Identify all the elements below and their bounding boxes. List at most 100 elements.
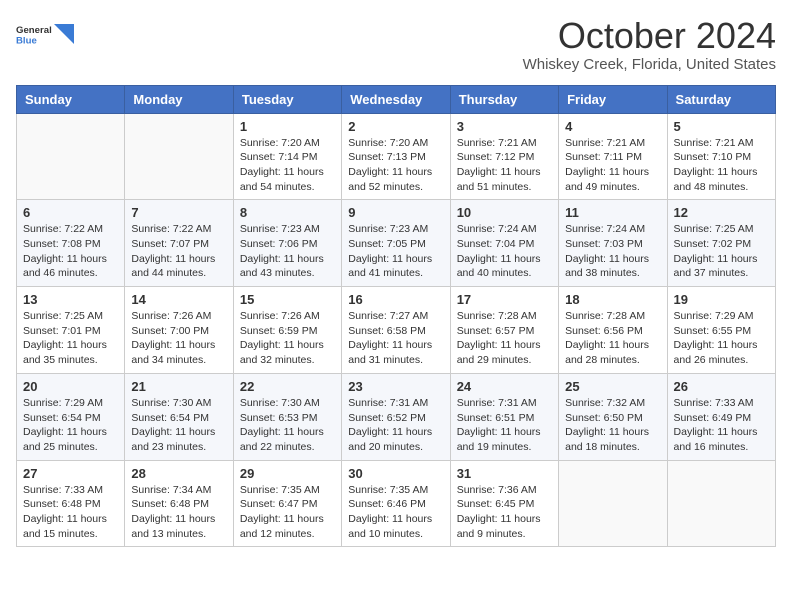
day-cell-4: 4 Sunrise: 7:21 AM Sunset: 7:11 PM Daylig… — [559, 113, 667, 200]
day-info-9: Sunrise: 7:23 AM Sunset: 7:05 PM Dayligh… — [348, 222, 443, 281]
day-cell-17: 17 Sunrise: 7:28 AM Sunset: 6:57 PM Dayli… — [450, 287, 558, 374]
header-wednesday: Wednesday — [342, 85, 450, 113]
day-number-3: 3 — [457, 119, 552, 134]
day-cell-7: 7Sunrise: 7:22 AM Sunset: 7:07 PM Daylig… — [125, 200, 233, 287]
day-number-4: 4 — [565, 119, 660, 134]
header-sunday: Sunday — [17, 85, 125, 113]
day-info-21: Sunrise: 7:30 AM Sunset: 6:54 PM Dayligh… — [131, 396, 226, 455]
day-cell-12: 12 Sunrise: 7:25 AM Sunset: 7:02 PM Dayli… — [667, 200, 775, 287]
logo-triangle — [54, 24, 74, 44]
day-info-18: Sunrise: 7:28 AM Sunset: 6:56 PM Dayligh… — [565, 309, 660, 368]
day-cell-22: 22Sunrise: 7:30 AM Sunset: 6:53 PM Dayli… — [233, 373, 341, 460]
day-number-7: 7 — [131, 205, 226, 220]
day-cell-2: 2 Sunrise: 7:20 AM Sunset: 7:13 PM Daylig… — [342, 113, 450, 200]
week-row-4: 20 Sunrise: 7:29 AM Sunset: 6:54 PM Dayli… — [17, 373, 776, 460]
day-info-6: Sunrise: 7:22 AM Sunset: 7:08 PM Dayligh… — [23, 222, 118, 281]
day-cell-18: 18 Sunrise: 7:28 AM Sunset: 6:56 PM Dayli… — [559, 287, 667, 374]
day-cell-15: 15Sunrise: 7:26 AM Sunset: 6:59 PM Dayli… — [233, 287, 341, 374]
day-cell-23: 23 Sunrise: 7:31 AM Sunset: 6:52 PM Dayli… — [342, 373, 450, 460]
header-thursday: Thursday — [450, 85, 558, 113]
day-cell-13: 13 Sunrise: 7:25 AM Sunset: 7:01 PM Dayli… — [17, 287, 125, 374]
day-info-24: Sunrise: 7:31 AM Sunset: 6:51 PM Dayligh… — [457, 396, 552, 455]
day-cell-10: 10 Sunrise: 7:24 AM Sunset: 7:04 PM Dayli… — [450, 200, 558, 287]
day-info-2: Sunrise: 7:20 AM Sunset: 7:13 PM Dayligh… — [348, 136, 443, 195]
day-cell-27: 27Sunrise: 7:33 AM Sunset: 6:48 PM Dayli… — [17, 460, 125, 547]
day-number-20: 20 — [23, 379, 118, 394]
day-number-8: 8 — [240, 205, 335, 220]
day-number-28: 28 — [131, 466, 226, 481]
day-cell-21: 21 Sunrise: 7:30 AM Sunset: 6:54 PM Dayli… — [125, 373, 233, 460]
day-info-25: Sunrise: 7:32 AM Sunset: 6:50 PM Dayligh… — [565, 396, 660, 455]
title-block: October 2024 Whiskey Creek, Florida, Uni… — [523, 16, 776, 73]
week-row-3: 13 Sunrise: 7:25 AM Sunset: 7:01 PM Dayli… — [17, 287, 776, 374]
day-info-12: Sunrise: 7:25 AM Sunset: 7:02 PM Dayligh… — [674, 222, 769, 281]
day-number-9: 9 — [348, 205, 443, 220]
day-number-18: 18 — [565, 292, 660, 307]
day-info-31: Sunrise: 7:36 AM Sunset: 6:45 PM Dayligh… — [457, 483, 552, 542]
day-number-25: 25 — [565, 379, 660, 394]
day-cell-26: 26 Sunrise: 7:33 AM Sunset: 6:49 PM Dayli… — [667, 373, 775, 460]
empty-cell — [667, 460, 775, 547]
day-info-26: Sunrise: 7:33 AM Sunset: 6:49 PM Dayligh… — [674, 396, 769, 455]
day-cell-16: 16Sunrise: 7:27 AM Sunset: 6:58 PM Dayli… — [342, 287, 450, 374]
day-info-1: Sunrise: 7:20 AM Sunset: 7:14 PM Dayligh… — [240, 136, 335, 195]
logo-svg: General Blue — [16, 16, 52, 52]
day-number-23: 23 — [348, 379, 443, 394]
header-friday: Friday — [559, 85, 667, 113]
day-info-4: Sunrise: 7:21 AM Sunset: 7:11 PM Dayligh… — [565, 136, 660, 195]
day-number-27: 27 — [23, 466, 118, 481]
day-cell-20: 20 Sunrise: 7:29 AM Sunset: 6:54 PM Dayli… — [17, 373, 125, 460]
day-number-30: 30 — [348, 466, 443, 481]
day-cell-19: 19Sunrise: 7:29 AM Sunset: 6:55 PM Dayli… — [667, 287, 775, 374]
calendar-body: 1 Sunrise: 7:20 AM Sunset: 7:14 PM Daylig… — [17, 113, 776, 547]
header-monday: Monday — [125, 85, 233, 113]
day-info-20: Sunrise: 7:29 AM Sunset: 6:54 PM Dayligh… — [23, 396, 118, 455]
day-number-17: 17 — [457, 292, 552, 307]
day-cell-24: 24Sunrise: 7:31 AM Sunset: 6:51 PM Dayli… — [450, 373, 558, 460]
day-number-12: 12 — [674, 205, 769, 220]
day-number-11: 11 — [565, 205, 660, 220]
day-info-8: Sunrise: 7:23 AM Sunset: 7:06 PM Dayligh… — [240, 222, 335, 281]
day-cell-1: 1 Sunrise: 7:20 AM Sunset: 7:14 PM Daylig… — [233, 113, 341, 200]
day-number-14: 14 — [131, 292, 226, 307]
day-cell-6: 6 Sunrise: 7:22 AM Sunset: 7:08 PM Daylig… — [17, 200, 125, 287]
day-number-21: 21 — [131, 379, 226, 394]
day-info-10: Sunrise: 7:24 AM Sunset: 7:04 PM Dayligh… — [457, 222, 552, 281]
day-cell-3: 3 Sunrise: 7:21 AM Sunset: 7:12 PM Daylig… — [450, 113, 558, 200]
day-cell-30: 30 Sunrise: 7:35 AM Sunset: 6:46 PM Dayli… — [342, 460, 450, 547]
day-number-16: 16 — [348, 292, 443, 307]
day-number-2: 2 — [348, 119, 443, 134]
header-tuesday: Tuesday — [233, 85, 341, 113]
week-row-5: 27Sunrise: 7:33 AM Sunset: 6:48 PM Dayli… — [17, 460, 776, 547]
day-cell-25: 25 Sunrise: 7:32 AM Sunset: 6:50 PM Dayli… — [559, 373, 667, 460]
day-number-31: 31 — [457, 466, 552, 481]
day-info-3: Sunrise: 7:21 AM Sunset: 7:12 PM Dayligh… — [457, 136, 552, 195]
day-number-26: 26 — [674, 379, 769, 394]
svg-text:General: General — [16, 25, 52, 36]
header-saturday: Saturday — [667, 85, 775, 113]
month-title: October 2024 — [523, 16, 776, 56]
day-number-1: 1 — [240, 119, 335, 134]
day-number-10: 10 — [457, 205, 552, 220]
day-info-30: Sunrise: 7:35 AM Sunset: 6:46 PM Dayligh… — [348, 483, 443, 542]
day-info-5: Sunrise: 7:21 AM Sunset: 7:10 PM Dayligh… — [674, 136, 769, 195]
empty-cell — [17, 113, 125, 200]
day-info-19: Sunrise: 7:29 AM Sunset: 6:55 PM Dayligh… — [674, 309, 769, 368]
day-number-6: 6 — [23, 205, 118, 220]
day-cell-14: 14 Sunrise: 7:26 AM Sunset: 7:00 PM Dayli… — [125, 287, 233, 374]
calendar-header: SundayMondayTuesdayWednesdayThursdayFrid… — [17, 85, 776, 113]
header-row: SundayMondayTuesdayWednesdayThursdayFrid… — [17, 85, 776, 113]
day-number-5: 5 — [674, 119, 769, 134]
day-info-13: Sunrise: 7:25 AM Sunset: 7:01 PM Dayligh… — [23, 309, 118, 368]
day-cell-8: 8 Sunrise: 7:23 AM Sunset: 7:06 PM Daylig… — [233, 200, 341, 287]
calendar-table: SundayMondayTuesdayWednesdayThursdayFrid… — [16, 85, 776, 548]
day-cell-5: 5 Sunrise: 7:21 AM Sunset: 7:10 PM Daylig… — [667, 113, 775, 200]
day-number-15: 15 — [240, 292, 335, 307]
day-cell-28: 28Sunrise: 7:34 AM Sunset: 6:48 PM Dayli… — [125, 460, 233, 547]
day-info-11: Sunrise: 7:24 AM Sunset: 7:03 PM Dayligh… — [565, 222, 660, 281]
day-number-13: 13 — [23, 292, 118, 307]
day-info-14: Sunrise: 7:26 AM Sunset: 7:00 PM Dayligh… — [131, 309, 226, 368]
logo: General Blue — [16, 16, 74, 52]
day-info-17: Sunrise: 7:28 AM Sunset: 6:57 PM Dayligh… — [457, 309, 552, 368]
day-info-23: Sunrise: 7:31 AM Sunset: 6:52 PM Dayligh… — [348, 396, 443, 455]
